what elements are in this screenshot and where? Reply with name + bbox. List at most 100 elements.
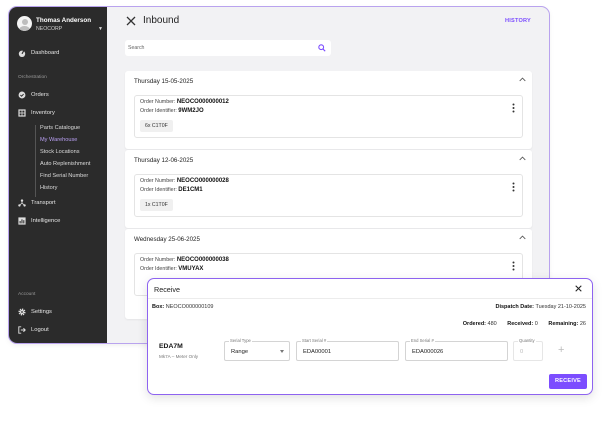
group-date: Thursday 12-06-2025: [134, 157, 194, 164]
search-placeholder: Search: [128, 45, 145, 51]
chevron-up-icon[interactable]: [519, 77, 526, 82]
divider: [148, 298, 592, 299]
inventory-icon: [18, 109, 26, 117]
order-number-row: Order Number: NEOCO000000028: [140, 178, 229, 184]
sidebar-item-settings[interactable]: Settings: [18, 308, 52, 318]
sidebar-subitem-stock-locations[interactable]: Stock Locations: [40, 149, 80, 155]
group-date: Thursday 15-05-2025: [134, 78, 194, 85]
orders-icon: [18, 91, 26, 99]
sidebar-subitem-parts-catalogue[interactable]: Parts Catalogue: [40, 125, 80, 131]
sidebar-item-orders[interactable]: Orders: [18, 91, 49, 101]
sidebar-item-dashboard[interactable]: Dashboard: [18, 49, 59, 59]
order-identifier: DE1CM1: [178, 187, 203, 193]
group-date: Wednesday 25-06-2025: [134, 236, 200, 243]
order-identifier-row: Order Identifier: DE1CM1: [140, 187, 203, 193]
sidebar-item-label: Dashboard: [31, 50, 60, 56]
more-vert-icon[interactable]: [512, 182, 515, 192]
intelligence-icon: [18, 217, 26, 225]
box-info: Box: NEOCO000000109: [152, 304, 213, 310]
box-value: NEOCO000000109: [165, 304, 214, 310]
sidebar-subitem-my-warehouse[interactable]: My Warehouse: [40, 137, 77, 143]
order-number-label: Order Number:: [140, 178, 176, 184]
more-vert-icon[interactable]: [512, 103, 515, 113]
order-number: NEOCO000000012: [176, 99, 229, 105]
end-serial-value: EDA000026: [412, 349, 444, 355]
count-summary: Ordered: 480 Received: 0 Remaining: 26: [463, 321, 586, 327]
received-value: 0: [534, 321, 538, 327]
section-account: Account: [18, 292, 36, 297]
order-number-label: Order Number:: [140, 257, 176, 263]
search-input[interactable]: Search: [125, 40, 331, 56]
sidebar-item-label: Inventory: [31, 110, 55, 116]
item-description: Mk7A – Meter Only: [159, 354, 199, 359]
date-group: Thursday 15-05-2025 Order Number: NEOCO0…: [125, 71, 532, 149]
start-serial-value: EDA00001: [303, 349, 332, 355]
end-serial-label: End Serial #: [410, 338, 435, 343]
order-number: NEOCO000000028: [176, 178, 229, 184]
chevron-up-icon[interactable]: [519, 156, 526, 161]
dropdown-arrow-icon: [280, 350, 284, 353]
user-name: Thomas Anderson: [36, 17, 92, 24]
receive-button[interactable]: RECEIVE: [549, 374, 587, 389]
order-identifier-row: Order Identifier: 9WM2JO: [140, 108, 204, 114]
order-identifier-label: Order Identifier:: [140, 108, 177, 114]
order-card[interactable]: Order Number: NEOCO000000012 Order Ident…: [134, 95, 523, 138]
dispatch-label: Dispatch Date:: [495, 304, 534, 310]
end-serial-field[interactable]: End Serial # EDA000026: [405, 338, 508, 361]
sidebar-item-label: Transport: [31, 200, 56, 206]
dialog-title: Receive: [154, 285, 180, 294]
order-identifier-row: Order Identifier: VMUYAX: [140, 266, 203, 272]
sidebar-subitem-find-serial-number[interactable]: Find Serial Number: [40, 173, 88, 179]
item-chip: 6x C1T0F: [140, 120, 173, 132]
sidebar-item-intelligence[interactable]: Intelligence: [18, 217, 60, 227]
sidebar-item-label: Settings: [31, 309, 52, 315]
sidebar: Thomas Anderson NEOCORP ▼ Dashboard Orch…: [9, 7, 107, 343]
ordered-value: 480: [487, 321, 497, 327]
close-icon[interactable]: [126, 16, 136, 26]
order-identifier: VMUYAX: [178, 266, 204, 272]
sidebar-item-label: Orders: [31, 92, 49, 98]
sidebar-subitem-history[interactable]: History: [40, 185, 57, 191]
order-number-label: Order Number:: [140, 99, 176, 105]
user-org: NEOCORP: [36, 26, 63, 32]
remaining-label: Remaining:: [548, 321, 579, 327]
page-title: Inbound: [143, 15, 180, 26]
sidebar-subitem-auto-replenishment[interactable]: Auto Replenishment: [40, 161, 90, 167]
dashboard-icon: [18, 50, 26, 57]
date-group: Thursday 12-06-2025 Order Number: NEOCO0…: [125, 150, 532, 228]
caret-down-icon[interactable]: ▼: [98, 26, 103, 32]
close-icon[interactable]: [575, 285, 582, 292]
received-label: Received:: [507, 321, 534, 327]
start-serial-label: Start Serial #: [301, 338, 328, 343]
more-vert-icon[interactable]: [512, 261, 515, 271]
quantity-value: 0: [520, 349, 524, 355]
order-identifier-label: Order Identifier:: [140, 266, 177, 272]
logout-icon: [18, 326, 26, 334]
transport-icon: [18, 199, 26, 207]
sidebar-item-inventory[interactable]: Inventory: [18, 109, 55, 119]
order-identifier-label: Order Identifier:: [140, 187, 177, 193]
order-number-row: Order Number: NEOCO000000038: [140, 257, 229, 263]
serial-type-value: Range: [231, 349, 249, 355]
sidebar-item-logout[interactable]: Logout: [18, 326, 49, 336]
history-link[interactable]: HISTORY: [505, 18, 531, 24]
remaining-value: 26: [579, 321, 586, 327]
sidebar-item-label: Logout: [31, 327, 49, 333]
serial-type-select[interactable]: Serial Type Range: [224, 338, 290, 361]
serial-type-label: Serial Type: [229, 338, 252, 343]
nav-tree-line: [35, 125, 36, 197]
order-number-row: Order Number: NEOCO000000012: [140, 99, 229, 105]
start-serial-field[interactable]: Start Serial # EDA00001: [296, 338, 399, 361]
order-card[interactable]: Order Number: NEOCO000000028 Order Ident…: [134, 174, 523, 217]
sidebar-item-transport[interactable]: Transport: [18, 199, 56, 209]
add-row-icon[interactable]: +: [558, 344, 564, 356]
receive-dialog: Receive Box: NEOCO000000109 Dispatch Dat…: [147, 278, 593, 395]
user-menu[interactable]: Thomas Anderson NEOCORP ▼: [17, 16, 103, 38]
chevron-up-icon[interactable]: [519, 235, 526, 240]
section-orchestration: Orchestration: [18, 75, 47, 80]
quantity-field: Quantity 0: [513, 338, 543, 361]
box-label: Box:: [152, 304, 165, 310]
item-code: EDA7M: [159, 343, 183, 350]
search-icon[interactable]: [318, 44, 326, 52]
quantity-label: Quantity: [518, 338, 536, 343]
